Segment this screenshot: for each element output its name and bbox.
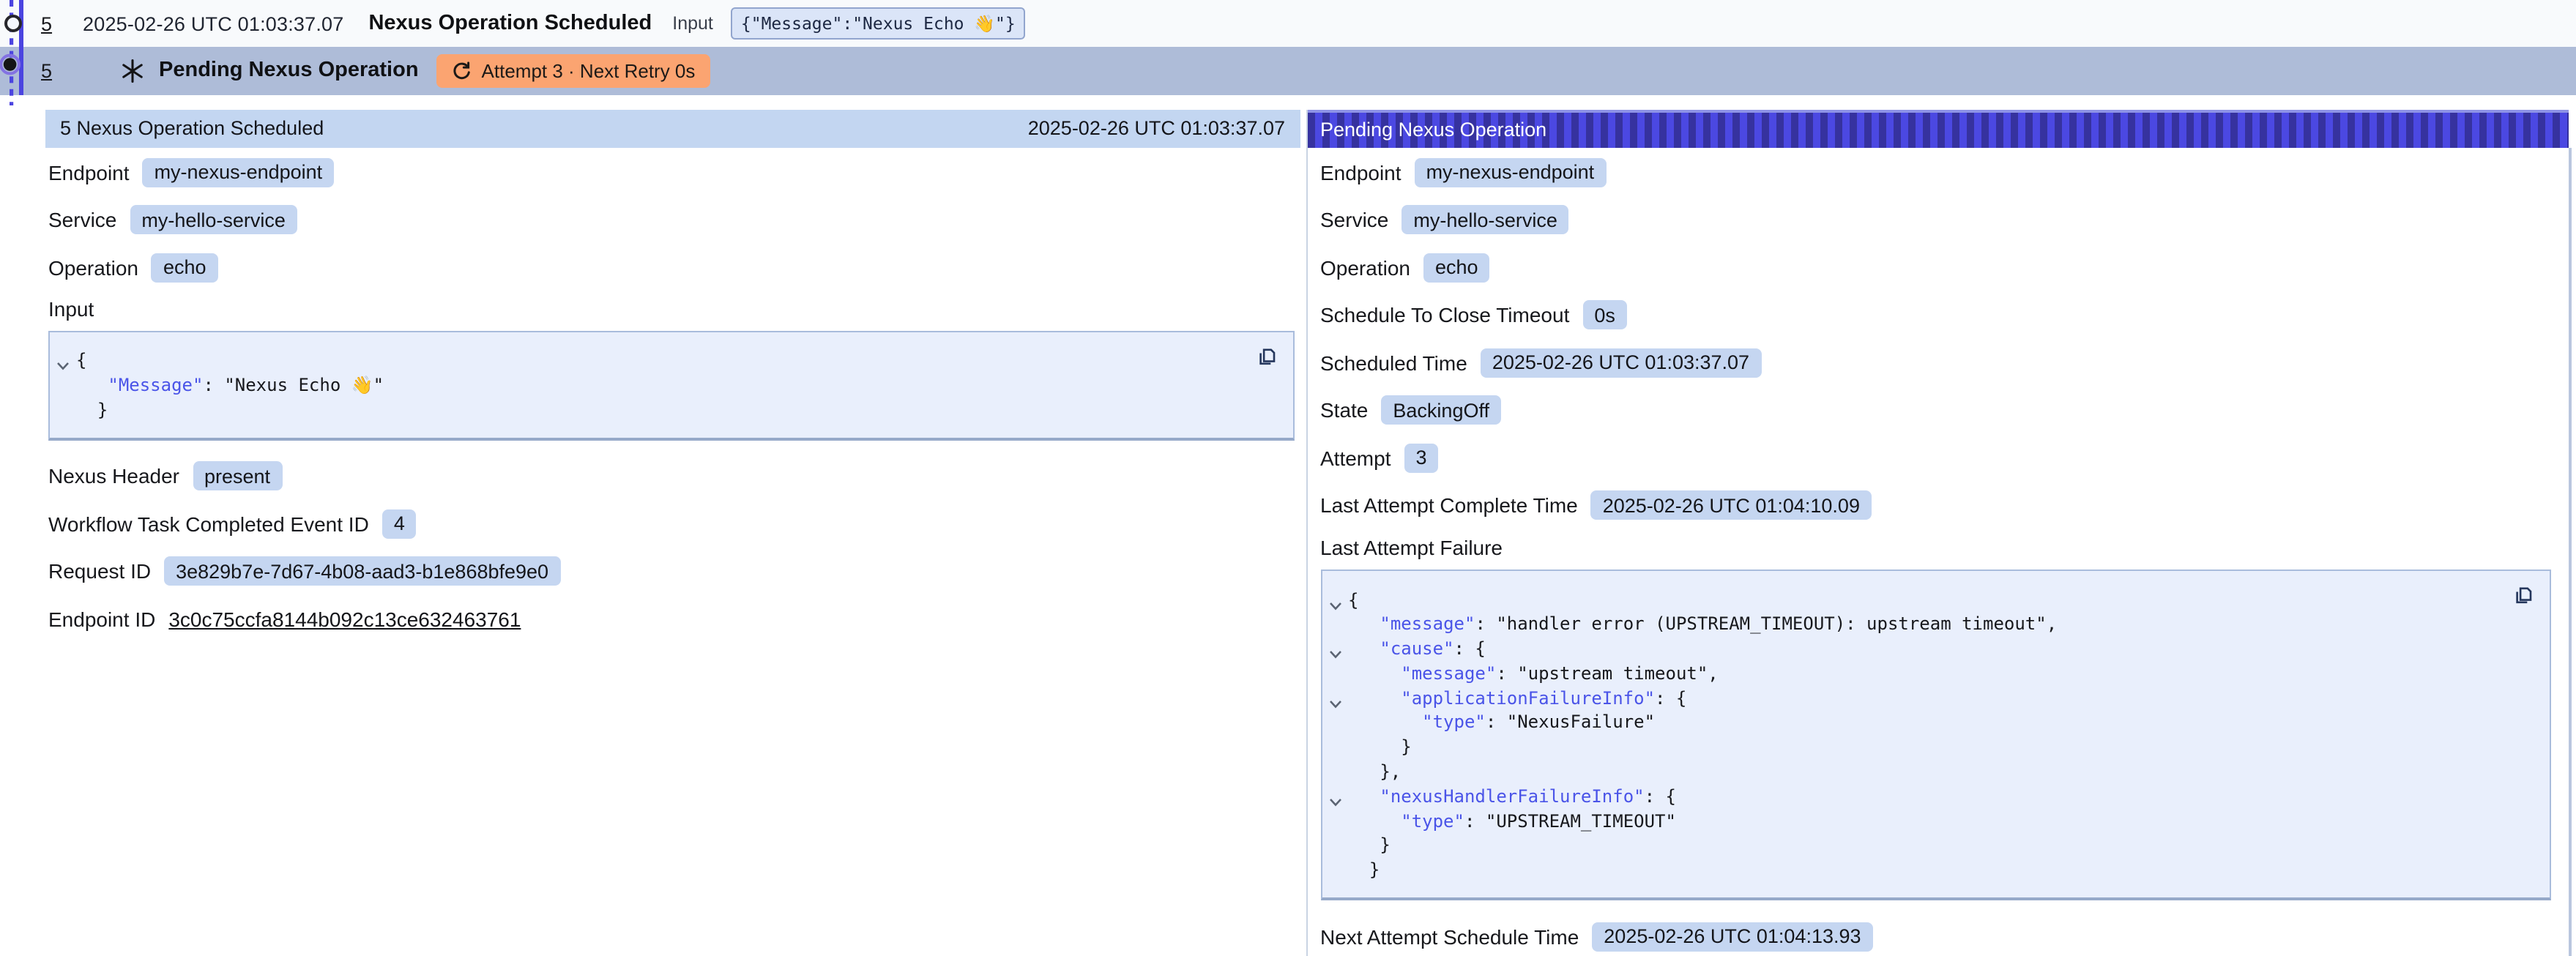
field-label: Nexus Header [48,464,179,488]
field-value-badge: 0s [1582,300,1627,329]
collapse-chevron-icon[interactable] [56,354,70,369]
field-label: Request ID [48,559,151,583]
retry-badge-label: Attempt 3 · Next Retry 0s [482,60,696,82]
next-attempt-row: Next Attempt Schedule Time 2025-02-26 UT… [1320,919,2550,954]
field-value-badge: BackingOff [1381,395,1501,425]
field-value-badge: 2025-02-26 UTC 01:03:37.07 [1481,348,1761,377]
json-content: { "Message": "Nexus Echo 👋" } [76,348,1248,423]
event-fields-bottom: Nexus Header present Workflow Task Complet… [48,458,1294,589]
field-value-badge: 3 [1404,443,1439,472]
field-row: Operation echo [48,250,1294,285]
json-content: { "message": "handler error (UPSTREAM_TI… [1348,588,2505,883]
input-section-label: Input [48,297,1294,324]
field-value-badge: my-hello-service [1401,205,1569,234]
field-row: Schedule To Close Timeout 0s [1320,297,2550,332]
field-label: Endpoint ID [48,607,155,630]
field-row: Service my-hello-service [1320,202,2550,237]
field-row: Nexus Header present [48,458,1294,493]
field-value-badge: my-nexus-endpoint [1415,157,1607,187]
field-label: State [1320,398,1368,422]
retry-status-badge: Attempt 3 · Next Retry 0s [436,54,710,88]
event-detail-body: Endpoint my-nexus-endpoint Service my-hello… [45,147,1300,636]
failure-section-label: Last Attempt Failure [1320,535,2550,561]
pending-operation-body: Endpoint my-nexus-endpoint Service my-hello… [1307,147,2569,954]
collapse-chevron-icon[interactable] [1328,594,1342,608]
field-label: Service [1320,208,1388,231]
event-row-nexus-operation-scheduled[interactable]: 5 2025-02-26 UTC 01:03:37.07 Nexus Opera… [0,0,2576,47]
pending-operation-panel: Pending Nexus Operation Endpoint my-nexus… [1306,110,2569,956]
collapse-chevron-icon[interactable] [1328,692,1342,706]
field-label: Workflow Task Completed Event ID [48,512,369,535]
field-row: Request ID 3e829b7e-7d67-4b08-aad3-b1e868… [48,553,1294,589]
field-row: Endpoint my-nexus-endpoint [48,154,1294,190]
event-input-label: Input [672,13,713,34]
timeline-rail [0,0,32,117]
event-id-link[interactable]: 5 [41,12,52,34]
collapse-chevron-icon[interactable] [1328,791,1342,805]
event-fields-top: Endpoint my-nexus-endpoint Service my-hello… [48,154,1294,285]
field-row: State BackingOff [1320,392,2550,427]
pending-operation-fields: Endpoint my-nexus-endpoint Service my-hello… [1320,154,2550,523]
field-row: Operation echo [1320,250,2550,285]
input-json-viewer: { "Message": "Nexus Echo 👋" } [48,331,1294,441]
copy-input-button[interactable] [1256,346,1279,369]
field-value-badge: 2025-02-26 UTC 01:04:10.09 [1591,490,1872,520]
field-label: Next Attempt Schedule Time [1320,925,1579,948]
event-detail-title: 5 Nexus Operation Scheduled [60,118,324,140]
event-detail-header: 5 Nexus Operation Scheduled 2025-02-26 U… [45,110,1300,147]
field-row: Service my-hello-service [48,202,1294,237]
field-value-badge: echo [152,253,218,282]
field-label: Attempt [1320,446,1391,469]
event-timestamp: 2025-02-26 UTC 01:03:37.07 [83,12,343,34]
event-detail-panel: 5 Nexus Operation Scheduled 2025-02-26 U… [45,110,1300,956]
field-label: Endpoint [48,160,130,184]
event-id-link[interactable]: 5 [41,60,52,82]
field-value-badge: my-hello-service [130,205,297,234]
pending-operation-header-title: Pending Nexus Operation [1320,119,1546,141]
field-value-badge: 2025-02-26 UTC 01:04:13.93 [1592,922,1872,951]
retry-icon [451,61,472,81]
field-row: Workflow Task Completed Event ID 4 [48,506,1294,541]
field-value-badge: 3e829b7e-7d67-4b08-aad3-b1e868bfe9e0 [164,556,560,586]
timeline-open-node-icon[interactable] [6,16,21,31]
workflow-event-history-view: 5 2025-02-26 UTC 01:03:37.07 Nexus Opera… [0,0,2576,956]
field-row: Attempt 3 [1320,440,2550,475]
field-label: Service [48,208,116,231]
field-row: Endpoint my-nexus-endpoint [1320,154,2550,190]
endpoint-id-link[interactable]: 3c0c75ccfa8144b092c13ce632463761 [168,607,521,630]
field-label: Scheduled Time [1320,351,1467,374]
endpoint-id-row: Endpoint ID 3c0c75ccfa8144b092c13ce63246… [48,601,1294,636]
event-input-chip: {"Message":"Nexus Echo 👋"} [731,7,1026,40]
pending-operation-header: Pending Nexus Operation [1307,110,2569,147]
field-label: Endpoint [1320,160,1401,184]
field-label: Last Attempt Complete Time [1320,493,1578,517]
field-label: Schedule To Close Timeout [1320,303,1569,326]
field-value-badge: my-nexus-endpoint [143,157,335,187]
pending-operation-title: Pending Nexus Operation [159,59,419,83]
field-value-badge: echo [1423,253,1490,282]
field-label: Operation [48,255,138,279]
field-row: Last Attempt Complete Time 2025-02-26 UTC… [1320,488,2550,523]
vertical-scrollbar[interactable] [2568,147,2572,956]
copy-failure-button[interactable] [2512,583,2536,607]
event-detail-timestamp: 2025-02-26 UTC 01:03:37.07 [1028,118,1285,140]
field-value-badge: present [193,461,282,490]
field-row: Scheduled Time 2025-02-26 UTC 01:03:37.07 [1320,345,2550,380]
field-value-badge: 4 [382,509,417,538]
field-label: Operation [1320,255,1410,279]
event-name: Nexus Operation Scheduled [368,12,652,35]
event-row-pending-nexus-operation[interactable]: 5 Pending Nexus Operation Attempt 3 · Ne… [0,47,2576,94]
collapse-chevron-icon[interactable] [1328,643,1342,657]
timeline-active-node-icon[interactable] [4,58,17,71]
pending-asterisk-icon [119,59,144,83]
failure-json-viewer: { "message": "handler error (UPSTREAM_TI… [1320,569,2550,900]
